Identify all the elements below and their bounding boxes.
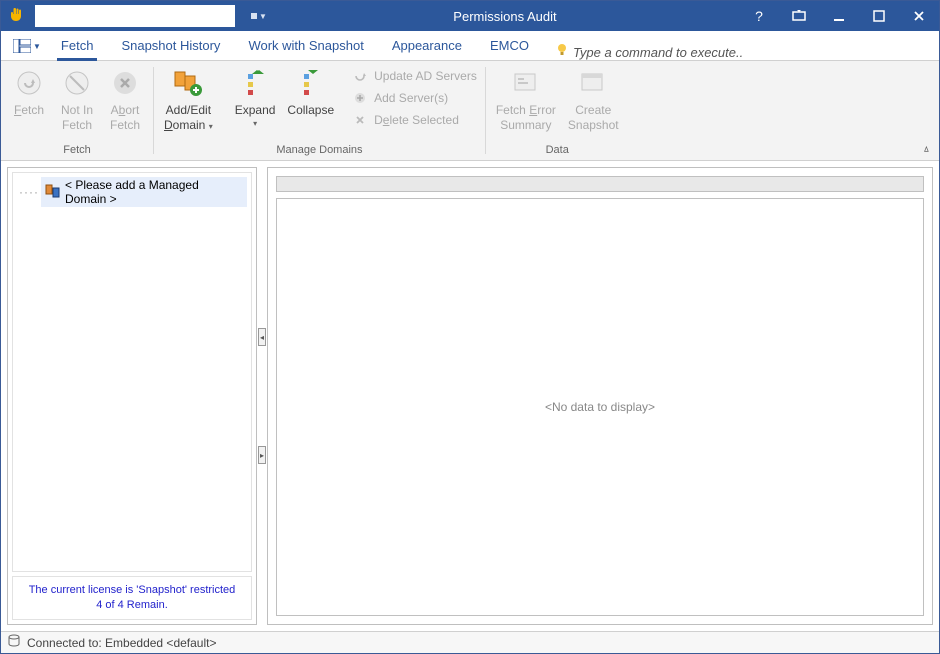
fetch-button[interactable]: Fetch bbox=[5, 63, 53, 120]
not-in-fetch-button[interactable]: Not In Fetch bbox=[53, 63, 101, 135]
tab-emco[interactable]: EMCO bbox=[476, 30, 543, 60]
grid-empty-text: <No data to display> bbox=[545, 400, 655, 414]
layout-options-button[interactable]: ▼ bbox=[7, 32, 47, 60]
plus-small-icon bbox=[352, 90, 368, 106]
refresh-slash-icon bbox=[64, 65, 90, 101]
collapse-button[interactable]: Collapse bbox=[281, 63, 340, 120]
ribbon-display-options[interactable] bbox=[779, 1, 819, 31]
report-icon bbox=[512, 65, 540, 101]
delete-small-icon bbox=[352, 112, 368, 128]
abort-fetch-button[interactable]: AbortFetch bbox=[101, 63, 149, 135]
ribbon: Fetch Not In Fetch AbortFetch Fetch bbox=[1, 61, 939, 161]
bulb-icon bbox=[543, 43, 573, 60]
refresh-icon bbox=[16, 65, 42, 101]
grid-body: <No data to display> bbox=[276, 198, 924, 616]
license-info: The current license is 'Snapshot' restri… bbox=[12, 576, 252, 620]
tab-snapshot-history[interactable]: Snapshot History bbox=[107, 30, 234, 60]
splitter[interactable]: ◂ ▸ bbox=[257, 167, 267, 625]
stop-icon bbox=[112, 65, 138, 101]
tab-fetch[interactable]: Fetch bbox=[47, 30, 108, 60]
ribbon-group-data: Fetch ErrorSummary Create Snapshot Data bbox=[486, 61, 629, 160]
hand-icon bbox=[9, 7, 25, 26]
quick-access-search[interactable] bbox=[35, 5, 235, 27]
ribbon-group-manage-domains: Add/EditDomain ▾ Expand ▾ Collapse bbox=[154, 61, 485, 160]
snapshot-icon bbox=[579, 65, 607, 101]
add-servers-button[interactable]: Add Server(s) bbox=[348, 87, 481, 109]
create-snapshot-button[interactable]: Create Snapshot bbox=[562, 63, 625, 135]
update-ad-servers-button[interactable]: Update AD Servers bbox=[348, 65, 481, 87]
servers-plus-icon bbox=[173, 65, 203, 101]
titlebar-left: ▼ bbox=[1, 5, 271, 27]
tree-connector: ···· bbox=[17, 185, 41, 199]
command-exec-box[interactable]: Type a command to execute.. bbox=[573, 45, 743, 60]
maximize-button[interactable] bbox=[859, 1, 899, 31]
refresh-small-icon bbox=[352, 68, 368, 84]
fetch-error-summary-button[interactable]: Fetch ErrorSummary bbox=[490, 63, 562, 135]
grid-header[interactable] bbox=[276, 176, 924, 192]
window-title: Permissions Audit bbox=[271, 9, 739, 24]
titlebar: ▼ Permissions Audit ? bbox=[1, 1, 939, 31]
titlebar-controls: ? bbox=[739, 1, 939, 31]
add-edit-domain-button[interactable]: Add/EditDomain ▾ bbox=[158, 63, 219, 135]
tab-appearance[interactable]: Appearance bbox=[378, 30, 476, 60]
tree-root-placeholder[interactable]: < Please add a Managed Domain > bbox=[41, 177, 247, 207]
close-button[interactable] bbox=[899, 1, 939, 31]
help-button[interactable]: ? bbox=[739, 1, 779, 31]
expand-tree-icon bbox=[242, 65, 268, 101]
quick-access-customize[interactable]: ▼ bbox=[247, 12, 271, 21]
content-panel: <No data to display> bbox=[267, 167, 933, 625]
collapse-ribbon-button[interactable]: ㅿ bbox=[922, 141, 931, 156]
delete-selected-button[interactable]: Delete Selected bbox=[348, 109, 481, 131]
status-connected-text: Connected to: Embedded <default> bbox=[27, 636, 216, 650]
app-window: ▼ Permissions Audit ? ▼ Fetch Snapshot H… bbox=[0, 0, 940, 654]
collapse-tree-icon bbox=[298, 65, 324, 101]
splitter-handle-right[interactable]: ▸ bbox=[258, 446, 266, 464]
db-icon bbox=[7, 634, 21, 651]
domain-tree-panel: ···· < Please add a Managed Domain > The… bbox=[7, 167, 257, 625]
domain-tree[interactable]: ···· < Please add a Managed Domain > bbox=[12, 172, 252, 572]
ribbon-group-fetch: Fetch Not In Fetch AbortFetch Fetch bbox=[1, 61, 153, 160]
statusbar: Connected to: Embedded <default> bbox=[1, 631, 939, 653]
tab-work-with-snapshot[interactable]: Work with Snapshot bbox=[234, 30, 377, 60]
body-area: ···· < Please add a Managed Domain > The… bbox=[1, 161, 939, 631]
servers-small-icon bbox=[45, 183, 61, 202]
splitter-handle-left[interactable]: ◂ bbox=[258, 328, 266, 346]
ribbon-tabstrip: ▼ Fetch Snapshot History Work with Snaps… bbox=[1, 31, 939, 61]
expand-button[interactable]: Expand ▾ bbox=[229, 63, 282, 131]
minimize-button[interactable] bbox=[819, 1, 859, 31]
